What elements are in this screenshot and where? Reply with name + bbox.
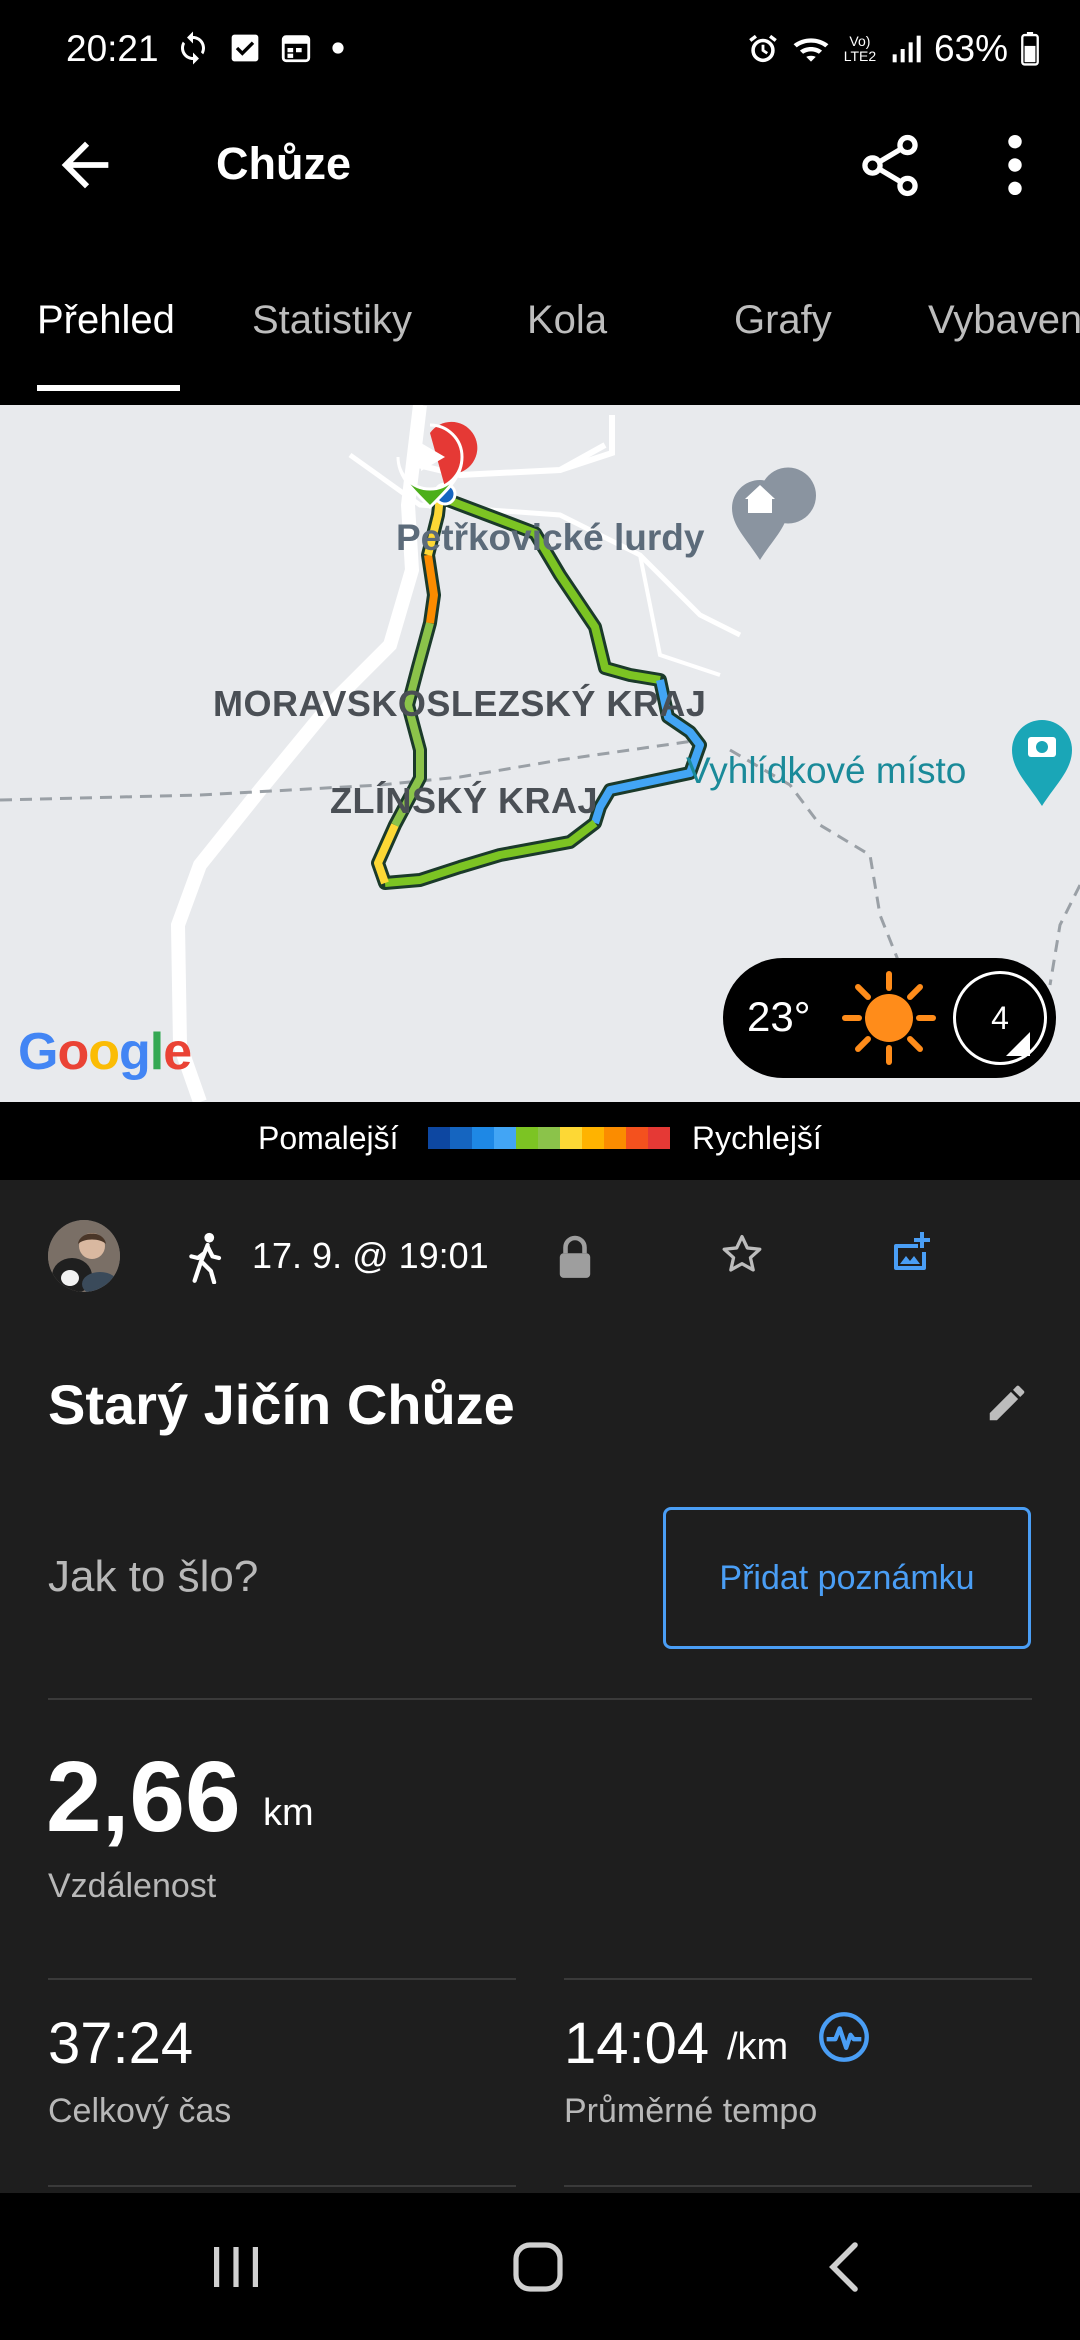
- legend-color-scale: [428, 1127, 670, 1149]
- status-bar: 20:21 Vo) LTE2 63%: [0, 0, 1080, 100]
- legend-color-swatch: [560, 1127, 582, 1149]
- calendar-icon: [281, 35, 311, 63]
- tab-bar: Přehled Statistiky Kola Grafy Vybaven: [0, 270, 1080, 391]
- church-pin-icon: [732, 467, 816, 560]
- signal-icon: [892, 35, 921, 63]
- tab-statistics[interactable]: Statistiky: [252, 298, 412, 343]
- share-icon: [862, 134, 918, 197]
- wind-speed: 4: [991, 1000, 1009, 1036]
- share-button[interactable]: [855, 128, 925, 203]
- divider: [564, 1978, 1032, 1980]
- home-icon[interactable]: [510, 2239, 566, 2295]
- legend-color-swatch: [450, 1127, 472, 1149]
- status-notification-icons: [175, 30, 345, 66]
- wifi-icon: [793, 38, 829, 62]
- tab-active-indicator: [37, 385, 180, 391]
- recent-apps-icon[interactable]: [210, 2241, 262, 2293]
- tab-equipment[interactable]: Vybaven: [928, 298, 1080, 343]
- distance-value: 2,66: [46, 1741, 241, 1853]
- distance-unit: km: [263, 1792, 314, 1834]
- app-bar: Chůze: [0, 100, 1080, 235]
- google-logo: Google: [18, 1023, 192, 1081]
- map-poi-label: Vyhlídkové místo: [686, 750, 967, 791]
- divider: [564, 2185, 1032, 2187]
- avg-pace-value: 14:04: [564, 2011, 710, 2076]
- distance-label: Vzdálenost: [48, 1867, 217, 1905]
- avatar-image: [48, 1220, 120, 1292]
- page-title: Chůze: [216, 138, 351, 189]
- walking-icon: [189, 1232, 222, 1284]
- more-vert-icon: [1008, 134, 1022, 196]
- status-time: 20:21: [66, 28, 159, 69]
- status-system-icons: Vo) LTE2 63%: [746, 28, 1040, 70]
- activity-name: Starý Jičín Chůze: [48, 1373, 515, 1436]
- route-map[interactable]: Petřkovické lurdy MORAVSKOSLEZSKÝ KRAJ Z…: [0, 405, 1080, 1102]
- tab-laps[interactable]: Kola: [527, 298, 607, 343]
- dot-icon: [332, 42, 344, 54]
- add-note-label: Přidat poznámku: [719, 1558, 975, 1597]
- weather-badge: 23° 4: [723, 958, 1056, 1078]
- divider: [48, 1978, 516, 1980]
- total-time-label: Celkový čas: [48, 2092, 232, 2130]
- region-border: [1048, 884, 1080, 986]
- sun-icon: [842, 971, 936, 1065]
- map-poi-label: Petřkovické lurdy: [396, 517, 705, 558]
- legend-color-swatch: [538, 1127, 560, 1149]
- legend-color-swatch: [428, 1127, 450, 1149]
- activity-date: 17. 9. @ 19:01: [252, 1235, 489, 1276]
- divider: [48, 2185, 516, 2187]
- arrow-back-icon: [61, 141, 109, 189]
- viewpoint-pin-icon: [1012, 720, 1072, 806]
- more-options-button[interactable]: [990, 130, 1040, 200]
- legend-color-swatch: [648, 1127, 670, 1149]
- add-note-button[interactable]: Přidat poznámku: [663, 1507, 1031, 1649]
- back-button[interactable]: [50, 130, 120, 200]
- legend-color-swatch: [494, 1127, 516, 1149]
- battery-percent: 63%: [933, 28, 1008, 69]
- legend-color-swatch: [582, 1127, 604, 1149]
- alarm-icon: [749, 34, 777, 63]
- avg-pace-unit: /km: [727, 2026, 789, 2068]
- battery-icon: [1021, 32, 1039, 66]
- map-region-label: ZLÍNSKÝ KRAJ: [330, 780, 599, 821]
- wind-indicator: 4: [953, 971, 1047, 1065]
- avg-pace-label: Průměrné tempo: [564, 2092, 818, 2130]
- legend-color-swatch: [516, 1127, 538, 1149]
- weather-temperature: 23°: [747, 993, 811, 1040]
- note-prompt: Jak to šlo?: [48, 1552, 259, 1601]
- map-road: [559, 415, 615, 473]
- network-type-label: Vo) LTE2: [843, 33, 877, 64]
- legend-color-swatch: [626, 1127, 648, 1149]
- system-navigation-bar: [0, 2193, 1080, 2340]
- pace-insight-icon[interactable]: [818, 2011, 870, 2063]
- legend-color-swatch: [472, 1127, 494, 1149]
- lock-icon[interactable]: [556, 1234, 594, 1280]
- activity-details: 17. 9. @ 19:01 Starý Jičín Chůze Jak to …: [0, 1180, 1080, 2193]
- legend-faster-label: Rychlejší: [692, 1120, 822, 1156]
- divider: [48, 1698, 1032, 1700]
- nav-back-icon[interactable]: [822, 2239, 864, 2295]
- wind-direction-icon: [1006, 1032, 1030, 1056]
- total-time-value: 37:24: [48, 2011, 194, 2076]
- edit-icon[interactable]: [984, 1380, 1030, 1426]
- add-photo-icon[interactable]: [888, 1228, 936, 1276]
- legend-slower-label: Pomalejší: [258, 1120, 399, 1156]
- map-region-label: MORAVSKOSLEZSKÝ KRAJ: [213, 683, 707, 724]
- checkbox-icon: [231, 34, 259, 62]
- map-road: [170, 405, 427, 1102]
- star-icon[interactable]: [720, 1232, 764, 1276]
- sync-icon: [181, 31, 205, 65]
- map-road: [638, 554, 721, 677]
- legend-color-swatch: [604, 1127, 626, 1149]
- avatar[interactable]: [48, 1220, 120, 1292]
- tab-overview[interactable]: Přehled: [37, 298, 175, 343]
- tab-charts[interactable]: Grafy: [734, 298, 832, 343]
